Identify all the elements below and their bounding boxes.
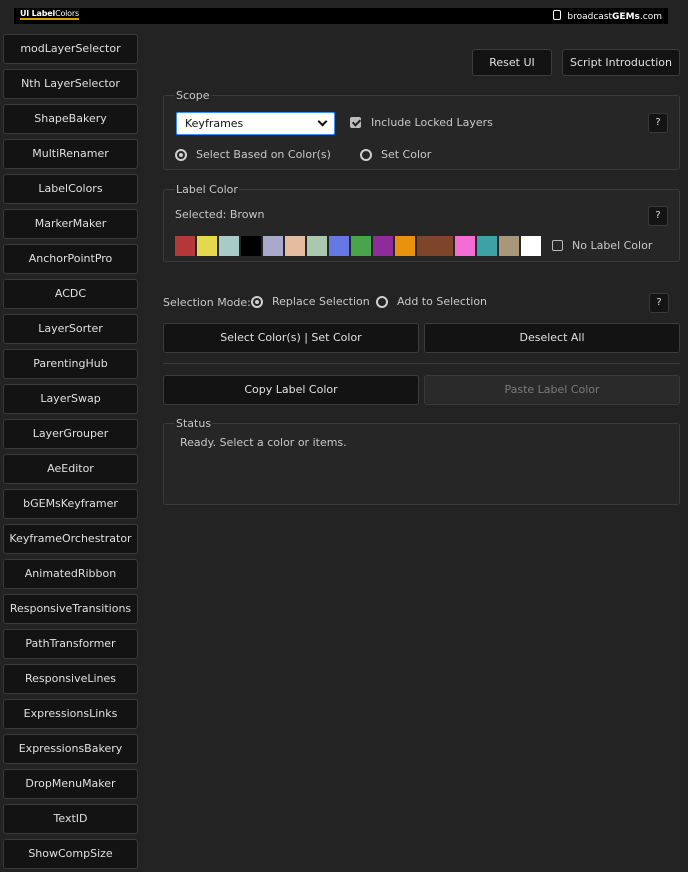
- brand-suffix: .com: [639, 12, 662, 22]
- selection-mode-label: Selection Mode:: [163, 296, 251, 309]
- sidebar: modLayerSelector Nth LayerSelector ShapeBa…: [3, 34, 138, 872]
- color-swatch-11[interactable]: [417, 236, 453, 256]
- sidebar-item-anchorpointpro[interactable]: AnchorPointPro: [3, 244, 138, 274]
- sidebar-item-parentinghub[interactable]: ParentingHub: [3, 349, 138, 379]
- sidebar-item-aeeditor[interactable]: AeEditor: [3, 454, 138, 484]
- color-swatch-5[interactable]: [285, 236, 305, 256]
- sidebar-item-expressionslinks[interactable]: ExpressionsLinks: [3, 699, 138, 729]
- script-introduction-button[interactable]: Script Introduction: [562, 49, 680, 76]
- reset-ui-button[interactable]: Reset UI: [472, 49, 552, 76]
- divider: [163, 363, 680, 364]
- include-locked-checkbox[interactable]: [350, 117, 361, 128]
- app-logo: UI LabelColors: [20, 9, 79, 20]
- sidebar-item-modlayerselector[interactable]: modLayerSelector: [3, 34, 138, 64]
- scope-help-button[interactable]: ?: [648, 113, 668, 133]
- color-swatch-13[interactable]: [477, 236, 497, 256]
- color-swatch-2[interactable]: [219, 236, 239, 256]
- label-color-help-button[interactable]: ?: [648, 206, 668, 226]
- color-swatch-0[interactable]: [175, 236, 195, 256]
- sidebar-item-textid[interactable]: TextID: [3, 804, 138, 834]
- sidebar-item-layerswap[interactable]: LayerSwap: [3, 384, 138, 414]
- sidebar-item-layergrouper[interactable]: LayerGrouper: [3, 419, 138, 449]
- sidebar-item-multirenamer[interactable]: MultiRenamer: [3, 139, 138, 169]
- copy-label-color-button[interactable]: Copy Label Color: [163, 375, 419, 405]
- scope-panel: Scope Keyframes Include Locked Layers ? …: [163, 89, 680, 170]
- include-locked-label: Include Locked Layers: [371, 116, 493, 129]
- scope-dropdown-value: Keyframes: [185, 117, 244, 130]
- sidebar-item-layersorter[interactable]: LayerSorter: [3, 314, 138, 344]
- deselect-all-button[interactable]: Deselect All: [424, 323, 680, 353]
- sidebar-item-nth-layerselector[interactable]: Nth LayerSelector: [3, 69, 138, 99]
- chevron-down-icon: [317, 116, 328, 127]
- sidebar-item-markermaker[interactable]: MarkerMaker: [3, 209, 138, 239]
- label-color-title: Label Color: [175, 183, 239, 196]
- color-swatch-9[interactable]: [373, 236, 393, 256]
- sidebar-item-shapebakery[interactable]: ShapeBakery: [3, 104, 138, 134]
- color-swatch-7[interactable]: [329, 236, 349, 256]
- color-swatch-14[interactable]: [499, 236, 519, 256]
- status-panel: Status Ready. Select a color or items.: [163, 417, 680, 505]
- sidebar-item-responsivetransitions[interactable]: ResponsiveTransitions: [3, 594, 138, 624]
- color-swatch-10[interactable]: [395, 236, 415, 256]
- add-to-selection-label: Add to Selection: [397, 295, 488, 308]
- brand-mark-icon: [553, 10, 562, 20]
- color-swatch-3[interactable]: [241, 236, 261, 256]
- scope-dropdown[interactable]: Keyframes: [176, 112, 335, 135]
- sidebar-item-acdc[interactable]: ACDC: [3, 279, 138, 309]
- sidebar-item-pathtransformer[interactable]: PathTransformer: [3, 629, 138, 659]
- color-swatch-1[interactable]: [197, 236, 217, 256]
- set-color-label: Set Color: [381, 148, 432, 161]
- sidebar-item-responsivelines[interactable]: ResponsiveLines: [3, 664, 138, 694]
- set-color-radio[interactable]: [360, 149, 372, 161]
- color-swatch-12[interactable]: [455, 236, 475, 256]
- replace-selection-radio[interactable]: [251, 296, 263, 308]
- brand-bold: GEMs: [612, 12, 640, 22]
- label-color-panel: Label Color Selected: Brown ? No Label C…: [163, 183, 680, 262]
- no-label-color-label: No Label Color: [572, 239, 653, 252]
- sidebar-item-labelcolors[interactable]: LabelColors: [3, 174, 138, 204]
- brand-logo: broadcastGEMs.com: [553, 10, 662, 22]
- sidebar-item-expressionsbakery[interactable]: ExpressionsBakery: [3, 734, 138, 764]
- color-swatch-15[interactable]: [521, 236, 541, 256]
- status-title: Status: [175, 417, 213, 430]
- app-logo-sub: Colors: [55, 9, 79, 18]
- sidebar-item-bgemskeyframer[interactable]: bGEMsKeyframer: [3, 489, 138, 519]
- selection-mode-help-button[interactable]: ?: [649, 293, 669, 313]
- color-swatch-4[interactable]: [263, 236, 283, 256]
- app-logo-main: UI Label: [20, 9, 56, 18]
- sidebar-item-showcompsize[interactable]: ShowCompSize: [3, 839, 138, 869]
- status-text: Ready. Select a color or items.: [180, 436, 347, 449]
- no-label-color-checkbox[interactable]: [552, 240, 563, 251]
- brand-prefix: broadcast: [567, 12, 613, 22]
- color-swatch-6[interactable]: [307, 236, 327, 256]
- top-banner: UI LabelColors broadcastGEMs.com: [14, 8, 668, 24]
- add-to-selection-radio[interactable]: [376, 296, 388, 308]
- replace-selection-label: Replace Selection: [272, 295, 370, 308]
- color-swatch-8[interactable]: [351, 236, 371, 256]
- paste-label-color-button[interactable]: Paste Label Color: [424, 375, 680, 405]
- selected-color-text: Selected: Brown: [175, 208, 265, 221]
- select-set-color-button[interactable]: Select Color(s) | Set Color: [163, 323, 419, 353]
- select-based-label: Select Based on Color(s): [196, 148, 331, 161]
- color-swatches: [175, 236, 543, 256]
- sidebar-item-animatedribbon[interactable]: AnimatedRibbon: [3, 559, 138, 589]
- scope-title: Scope: [175, 89, 211, 102]
- sidebar-item-dropmenumaker[interactable]: DropMenuMaker: [3, 769, 138, 799]
- select-based-radio[interactable]: [175, 149, 187, 161]
- sidebar-item-keyframeorchestrator[interactable]: KeyframeOrchestrator: [3, 524, 138, 554]
